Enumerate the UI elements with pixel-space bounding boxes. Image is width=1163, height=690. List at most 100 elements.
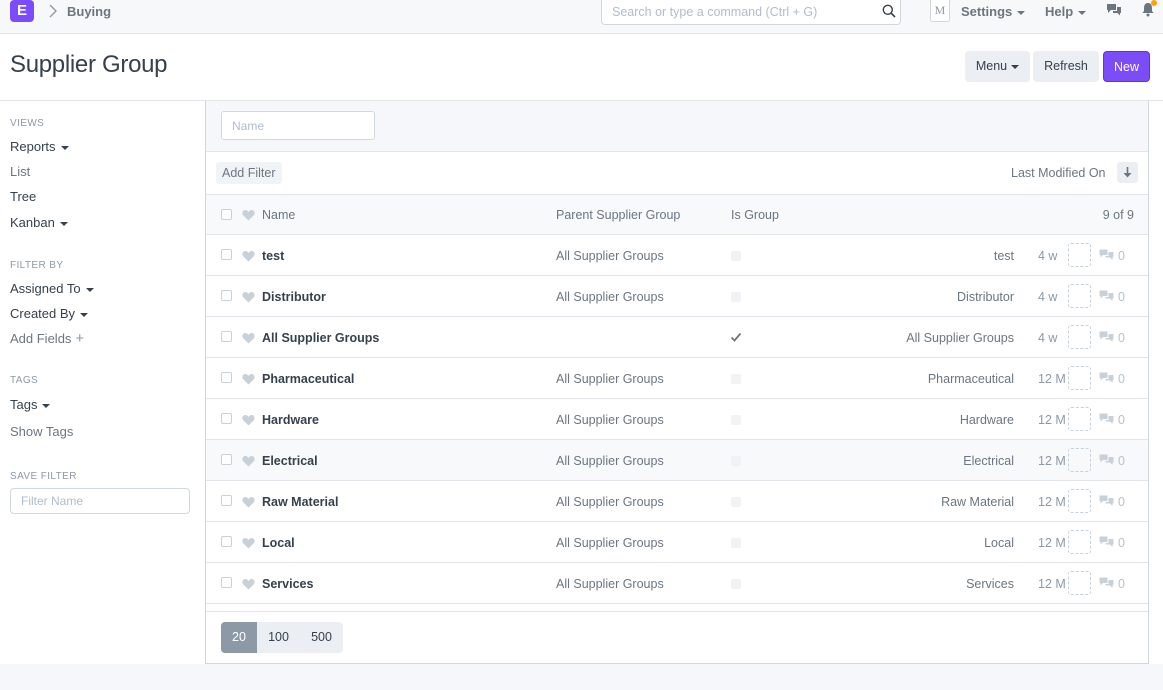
row-checkbox[interactable] xyxy=(221,577,232,588)
row-checkbox[interactable] xyxy=(221,495,232,506)
heart-icon[interactable] xyxy=(242,291,255,303)
assignee-placeholder[interactable] xyxy=(1068,448,1091,472)
row-title: Hardware xyxy=(959,413,1014,427)
row-checkbox[interactable] xyxy=(221,413,232,424)
sidebar-item-reports[interactable]: Reports xyxy=(10,139,69,154)
table-row[interactable]: Distributor All Supplier Groups Distributo… xyxy=(206,276,1148,317)
row-name-link[interactable]: test xyxy=(262,249,284,263)
add-fields-link[interactable]: Add Fields + xyxy=(10,330,84,347)
row-checkbox[interactable] xyxy=(221,372,232,383)
sort-order-button[interactable] xyxy=(1117,162,1138,183)
user-avatar[interactable]: M xyxy=(930,0,950,22)
caret-down-icon xyxy=(1078,10,1087,15)
row-name-link[interactable]: Distributor xyxy=(262,290,326,304)
settings-dropdown[interactable]: Settings xyxy=(961,4,1026,19)
sidebar-item-tags[interactable]: Tags xyxy=(10,397,51,412)
table-row[interactable]: Local All Supplier Groups Local 12 M 0 xyxy=(206,522,1148,563)
row-checkbox[interactable] xyxy=(221,331,232,342)
app-logo[interactable]: E xyxy=(10,0,34,22)
assignee-placeholder[interactable] xyxy=(1068,366,1091,390)
menu-button[interactable]: Menu xyxy=(965,51,1030,82)
assignee-placeholder[interactable] xyxy=(1068,571,1091,595)
heart-icon[interactable] xyxy=(242,578,255,590)
sidebar-item-kanban[interactable]: Kanban xyxy=(10,215,68,230)
search-bar[interactable] xyxy=(601,0,901,25)
row-name-link[interactable]: Raw Material xyxy=(262,495,338,509)
sidebar-item-created-by[interactable]: Created By xyxy=(10,306,89,321)
page-size-100[interactable]: 100 xyxy=(257,622,300,653)
show-tags-link[interactable]: Show Tags xyxy=(10,424,73,439)
row-checkbox[interactable] xyxy=(221,536,232,547)
row-title: All Supplier Groups xyxy=(906,331,1014,345)
standard-filters xyxy=(206,101,1148,152)
heart-icon[interactable] xyxy=(242,250,255,262)
heart-icon[interactable] xyxy=(242,332,255,344)
row-name-link[interactable]: Hardware xyxy=(262,413,319,427)
heart-icon[interactable] xyxy=(242,373,255,385)
search-icon[interactable] xyxy=(882,4,896,18)
row-comment-count: 0 xyxy=(1118,536,1125,550)
sort-selector[interactable]: Last Modified On xyxy=(1011,166,1106,180)
is-group-unchecked xyxy=(731,251,741,261)
row-checkbox[interactable] xyxy=(221,454,232,465)
page-length-selector: 20 100 500 xyxy=(221,622,343,653)
sidebar-item-tree[interactable]: Tree xyxy=(10,189,36,204)
new-button[interactable]: New xyxy=(1103,51,1150,82)
search-input[interactable] xyxy=(612,3,872,21)
assigned-to-label: Assigned To xyxy=(10,281,81,296)
sidebar-item-list[interactable]: List xyxy=(10,164,30,179)
assignee-placeholder[interactable] xyxy=(1068,530,1091,554)
row-modified: 12 M xyxy=(1038,536,1066,550)
row-name-link[interactable]: Local xyxy=(262,536,295,550)
sidebar-item-assigned-to[interactable]: Assigned To xyxy=(10,281,94,296)
assignee-placeholder[interactable] xyxy=(1068,284,1091,308)
heart-icon[interactable] xyxy=(242,414,255,426)
assignee-placeholder[interactable] xyxy=(1068,243,1091,267)
created-by-label: Created By xyxy=(10,306,76,321)
row-name-link[interactable]: Pharmaceutical xyxy=(262,372,354,386)
row-name-link[interactable]: Electrical xyxy=(262,454,318,468)
row-parent-group: All Supplier Groups xyxy=(556,454,664,468)
name-filter-input[interactable] xyxy=(221,111,375,140)
chevron-right-icon xyxy=(49,4,57,18)
row-comment-count: 0 xyxy=(1118,577,1125,591)
caret-down-icon xyxy=(59,221,68,226)
row-modified: 12 M xyxy=(1038,372,1066,386)
row-checkbox[interactable] xyxy=(221,290,232,301)
select-all-checkbox[interactable] xyxy=(221,209,232,220)
refresh-button[interactable]: Refresh xyxy=(1033,51,1099,82)
row-title: Distributor xyxy=(957,290,1014,304)
add-filter-button[interactable]: Add Filter xyxy=(216,162,282,184)
table-row[interactable]: Raw Material All Supplier Groups Raw Mater… xyxy=(206,481,1148,522)
heart-icon[interactable] xyxy=(242,455,255,467)
add-fields-label: Add Fields xyxy=(10,331,72,346)
breadcrumb-buying[interactable]: Buying xyxy=(67,4,111,19)
caret-down-icon xyxy=(60,145,69,150)
comment-icon xyxy=(1099,372,1114,383)
heart-icon[interactable] xyxy=(242,496,255,508)
assignee-placeholder[interactable] xyxy=(1068,489,1091,513)
row-name-link[interactable]: All Supplier Groups xyxy=(262,331,379,345)
table-row[interactable]: All Supplier Groups All Supplier Groups 4 … xyxy=(206,317,1148,358)
table-row[interactable]: Pharmaceutical All Supplier Groups Pharmac… xyxy=(206,358,1148,399)
row-modified: 4 w xyxy=(1038,290,1058,304)
heart-icon[interactable] xyxy=(242,209,255,221)
row-name-link[interactable]: Services xyxy=(262,577,313,591)
chat-icon[interactable] xyxy=(1106,3,1122,17)
table-row[interactable]: test All Supplier Groups test 4 w 0 xyxy=(206,235,1148,276)
help-dropdown[interactable]: Help xyxy=(1045,4,1087,19)
filter-name-input[interactable] xyxy=(10,488,190,514)
comment-icon xyxy=(1099,413,1114,424)
row-parent-group: All Supplier Groups xyxy=(556,413,664,427)
row-comment-count: 0 xyxy=(1118,454,1125,468)
page-size-500[interactable]: 500 xyxy=(300,622,343,653)
assignee-placeholder[interactable] xyxy=(1068,407,1091,431)
assignee-placeholder[interactable] xyxy=(1068,325,1091,349)
row-checkbox[interactable] xyxy=(221,249,232,260)
table-row[interactable]: Electrical All Supplier Groups Electrical 1… xyxy=(206,440,1148,481)
table-row[interactable]: Services All Supplier Groups Services 12 M 0 xyxy=(206,563,1148,604)
page-size-20[interactable]: 20 xyxy=(221,622,257,653)
plus-icon: + xyxy=(75,330,85,347)
heart-icon[interactable] xyxy=(242,537,255,549)
table-row[interactable]: Hardware All Supplier Groups Hardware 12 M 0 xyxy=(206,399,1148,440)
